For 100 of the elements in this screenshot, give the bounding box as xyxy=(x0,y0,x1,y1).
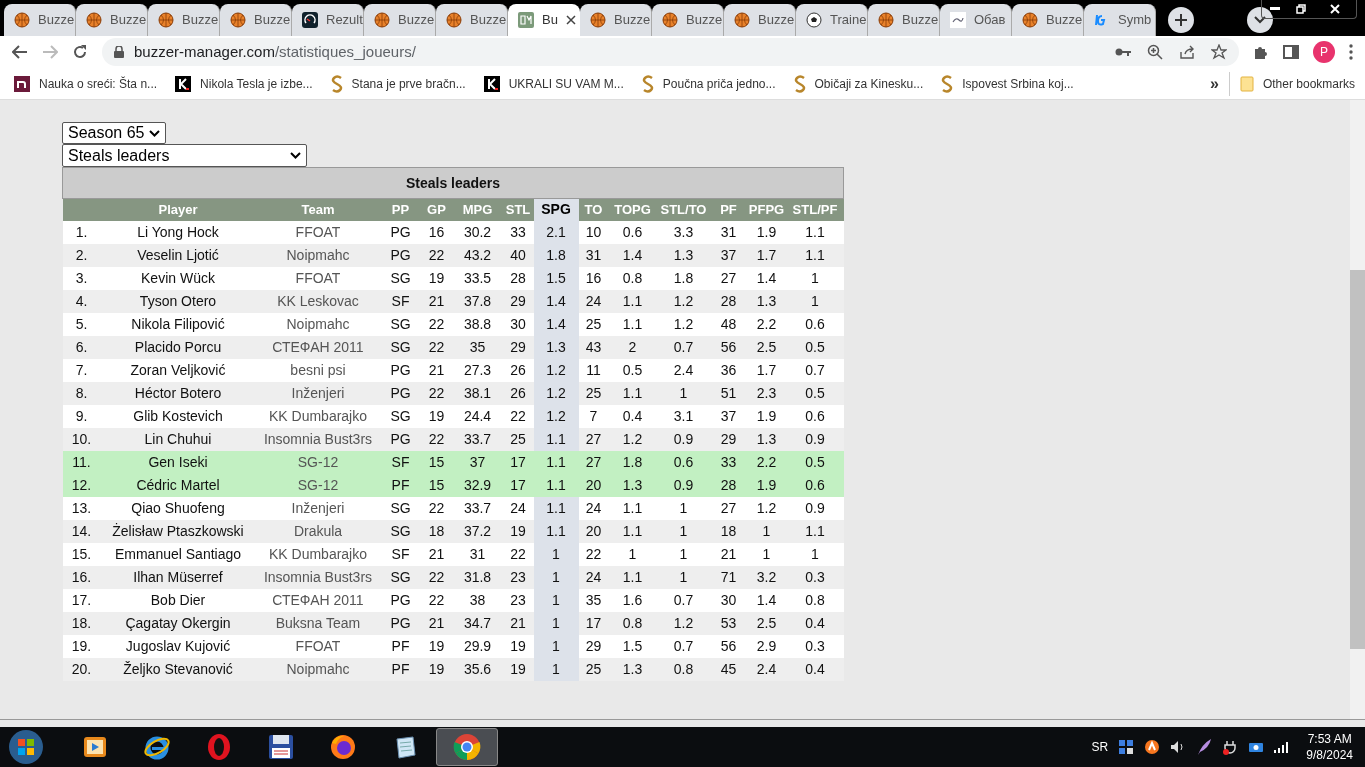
browser-tab[interactable]: Buzze xyxy=(724,4,796,36)
column-header[interactable]: PP xyxy=(380,198,421,221)
plus-icon xyxy=(1175,14,1187,26)
column-header[interactable]: GP xyxy=(420,198,453,221)
column-header[interactable]: Player xyxy=(100,198,256,221)
media-player-icon xyxy=(82,734,108,760)
table-cell: 0.7 xyxy=(656,634,711,658)
other-bookmarks-item[interactable]: Other bookmarks xyxy=(1239,74,1355,93)
column-header[interactable]: STL/TO xyxy=(656,198,711,221)
table-cell: 0.5 xyxy=(786,381,844,405)
table-cell: 0.5 xyxy=(786,335,844,359)
column-header[interactable]: TOPG xyxy=(608,198,657,221)
table-cell: 1.2 xyxy=(533,358,579,382)
table-cell: 16. xyxy=(62,565,101,589)
table-cell: 1.2 xyxy=(656,611,711,635)
column-header[interactable]: Team xyxy=(255,198,381,221)
browser-tab[interactable]: Buzze xyxy=(868,4,940,36)
tray-grid-icon[interactable] xyxy=(1118,739,1135,755)
table-cell: Żelisław Ptaszkowski xyxy=(100,519,256,543)
camera-tray-icon[interactable] xyxy=(1248,741,1265,753)
feather-tray-icon[interactable] xyxy=(1196,738,1213,756)
start-button[interactable] xyxy=(8,729,44,765)
column-header[interactable]: PF xyxy=(710,198,747,221)
browser-tab[interactable]: Rezult xyxy=(292,4,364,36)
table-cell: PF xyxy=(380,473,421,497)
side-panel-icon[interactable] xyxy=(1283,45,1299,59)
browser-tab[interactable]: Buzze xyxy=(220,4,292,36)
share-icon[interactable] xyxy=(1179,44,1195,60)
table-cell: 0.9 xyxy=(786,496,844,520)
signal-icon[interactable] xyxy=(1274,741,1289,753)
bookmark-item[interactable]: Poučna priča jedno... xyxy=(641,74,776,93)
table-cell: 33.7 xyxy=(452,496,503,520)
table-cell: 30 xyxy=(502,312,534,336)
column-header[interactable]: STL xyxy=(502,198,534,221)
extensions-icon[interactable] xyxy=(1253,44,1269,60)
browser-tab[interactable]: Buzze xyxy=(652,4,724,36)
browser-tab[interactable]: Buzze xyxy=(580,4,652,36)
table-cell: PG xyxy=(380,358,421,382)
profile-avatar[interactable]: P xyxy=(1313,41,1335,63)
season-select[interactable]: Season 65 xyxy=(62,122,166,144)
zoom-icon[interactable] xyxy=(1147,44,1163,60)
browser-tab[interactable]: Traine xyxy=(796,4,868,36)
avast-tray-icon[interactable] xyxy=(1144,739,1161,755)
bookmark-item[interactable]: Nauka o sreći: Šta n... xyxy=(14,74,158,93)
back-arrow-icon[interactable] xyxy=(12,45,28,59)
table-cell: KK Dumbarajko xyxy=(255,542,381,566)
table-cell: 3.3 xyxy=(656,220,711,244)
new-tab-button[interactable] xyxy=(1168,7,1194,33)
column-header[interactable]: TO xyxy=(578,198,609,221)
table-cell: 1 xyxy=(533,588,579,612)
browser-tab[interactable]: Bu xyxy=(508,4,580,36)
reload-icon[interactable] xyxy=(72,44,88,60)
table-cell: 56 xyxy=(710,634,747,658)
table-cell: SG-12 xyxy=(255,473,381,497)
column-header[interactable]: PFPG xyxy=(746,198,787,221)
table-cell: SF xyxy=(380,450,421,474)
tab-search-button[interactable] xyxy=(1247,7,1273,33)
table-cell: 1.2 xyxy=(533,404,579,428)
bookmark-item[interactable]: Stana je prve bračn... xyxy=(330,74,466,93)
scrollbar[interactable] xyxy=(1350,100,1365,719)
bookmark-item[interactable]: Običaji za Kinesku... xyxy=(793,74,924,93)
table-cell: 35.6 xyxy=(452,657,503,681)
bookmark-item[interactable]: Ispovest Srbina koj... xyxy=(941,74,1074,93)
column-header[interactable]: SPG xyxy=(533,198,579,221)
column-header[interactable]: STL/PF xyxy=(786,198,844,221)
browser-tab[interactable]: Buzze xyxy=(364,4,436,36)
table-cell: 23 xyxy=(502,588,534,612)
clock-time: 7:53 AM xyxy=(1307,731,1352,747)
close-icon[interactable] xyxy=(566,15,576,25)
language-indicator[interactable]: SR xyxy=(1091,738,1109,756)
table-cell: 15 xyxy=(420,473,453,497)
browser-tab[interactable]: Buzze xyxy=(148,4,220,36)
star-icon[interactable] xyxy=(1211,44,1227,60)
table-cell: Buksna Team xyxy=(255,611,381,635)
browser-tab[interactable]: Buzze xyxy=(76,4,148,36)
browser-tab[interactable]: Buzze xyxy=(436,4,508,36)
table-cell: Nikola Filipović xyxy=(100,312,256,336)
table-cell: 1.8 xyxy=(533,243,579,267)
browser-tab[interactable]: Symb xyxy=(1084,4,1156,36)
lock-icon xyxy=(114,46,124,58)
browser-tab[interactable]: Buzze xyxy=(1012,4,1084,36)
power-plug-icon[interactable] xyxy=(1222,739,1239,755)
browser-tab[interactable]: Buzze xyxy=(4,4,76,36)
table-cell: 0.9 xyxy=(786,427,844,451)
scrollbar-thumb[interactable] xyxy=(1350,270,1365,649)
table-cell: 17 xyxy=(502,473,534,497)
bookmark-item[interactable]: UKRALI SU VAM M... xyxy=(483,74,624,93)
table-cell: 31.8 xyxy=(452,565,503,589)
bookmark-item[interactable]: Nikola Tesla je izbe... xyxy=(175,74,313,93)
table-cell: Cédric Martel xyxy=(100,473,256,497)
clock[interactable]: 7:53 AM 9/8/2024 xyxy=(1306,731,1353,763)
address-bar[interactable]: buzzer-manager.com/statistiques_joueurs/ xyxy=(102,38,1239,66)
table-cell: 1 xyxy=(656,381,711,405)
browser-tab[interactable]: Обав xyxy=(940,4,1012,36)
bookmarks-overflow-button[interactable]: » xyxy=(1210,71,1230,96)
column-header[interactable]: MPG xyxy=(452,198,503,221)
category-select[interactable]: Steals leaders xyxy=(62,144,307,167)
menu-icon[interactable] xyxy=(1349,44,1353,60)
bookmark-favicon-icon xyxy=(941,74,954,93)
key-icon[interactable] xyxy=(1115,47,1131,57)
